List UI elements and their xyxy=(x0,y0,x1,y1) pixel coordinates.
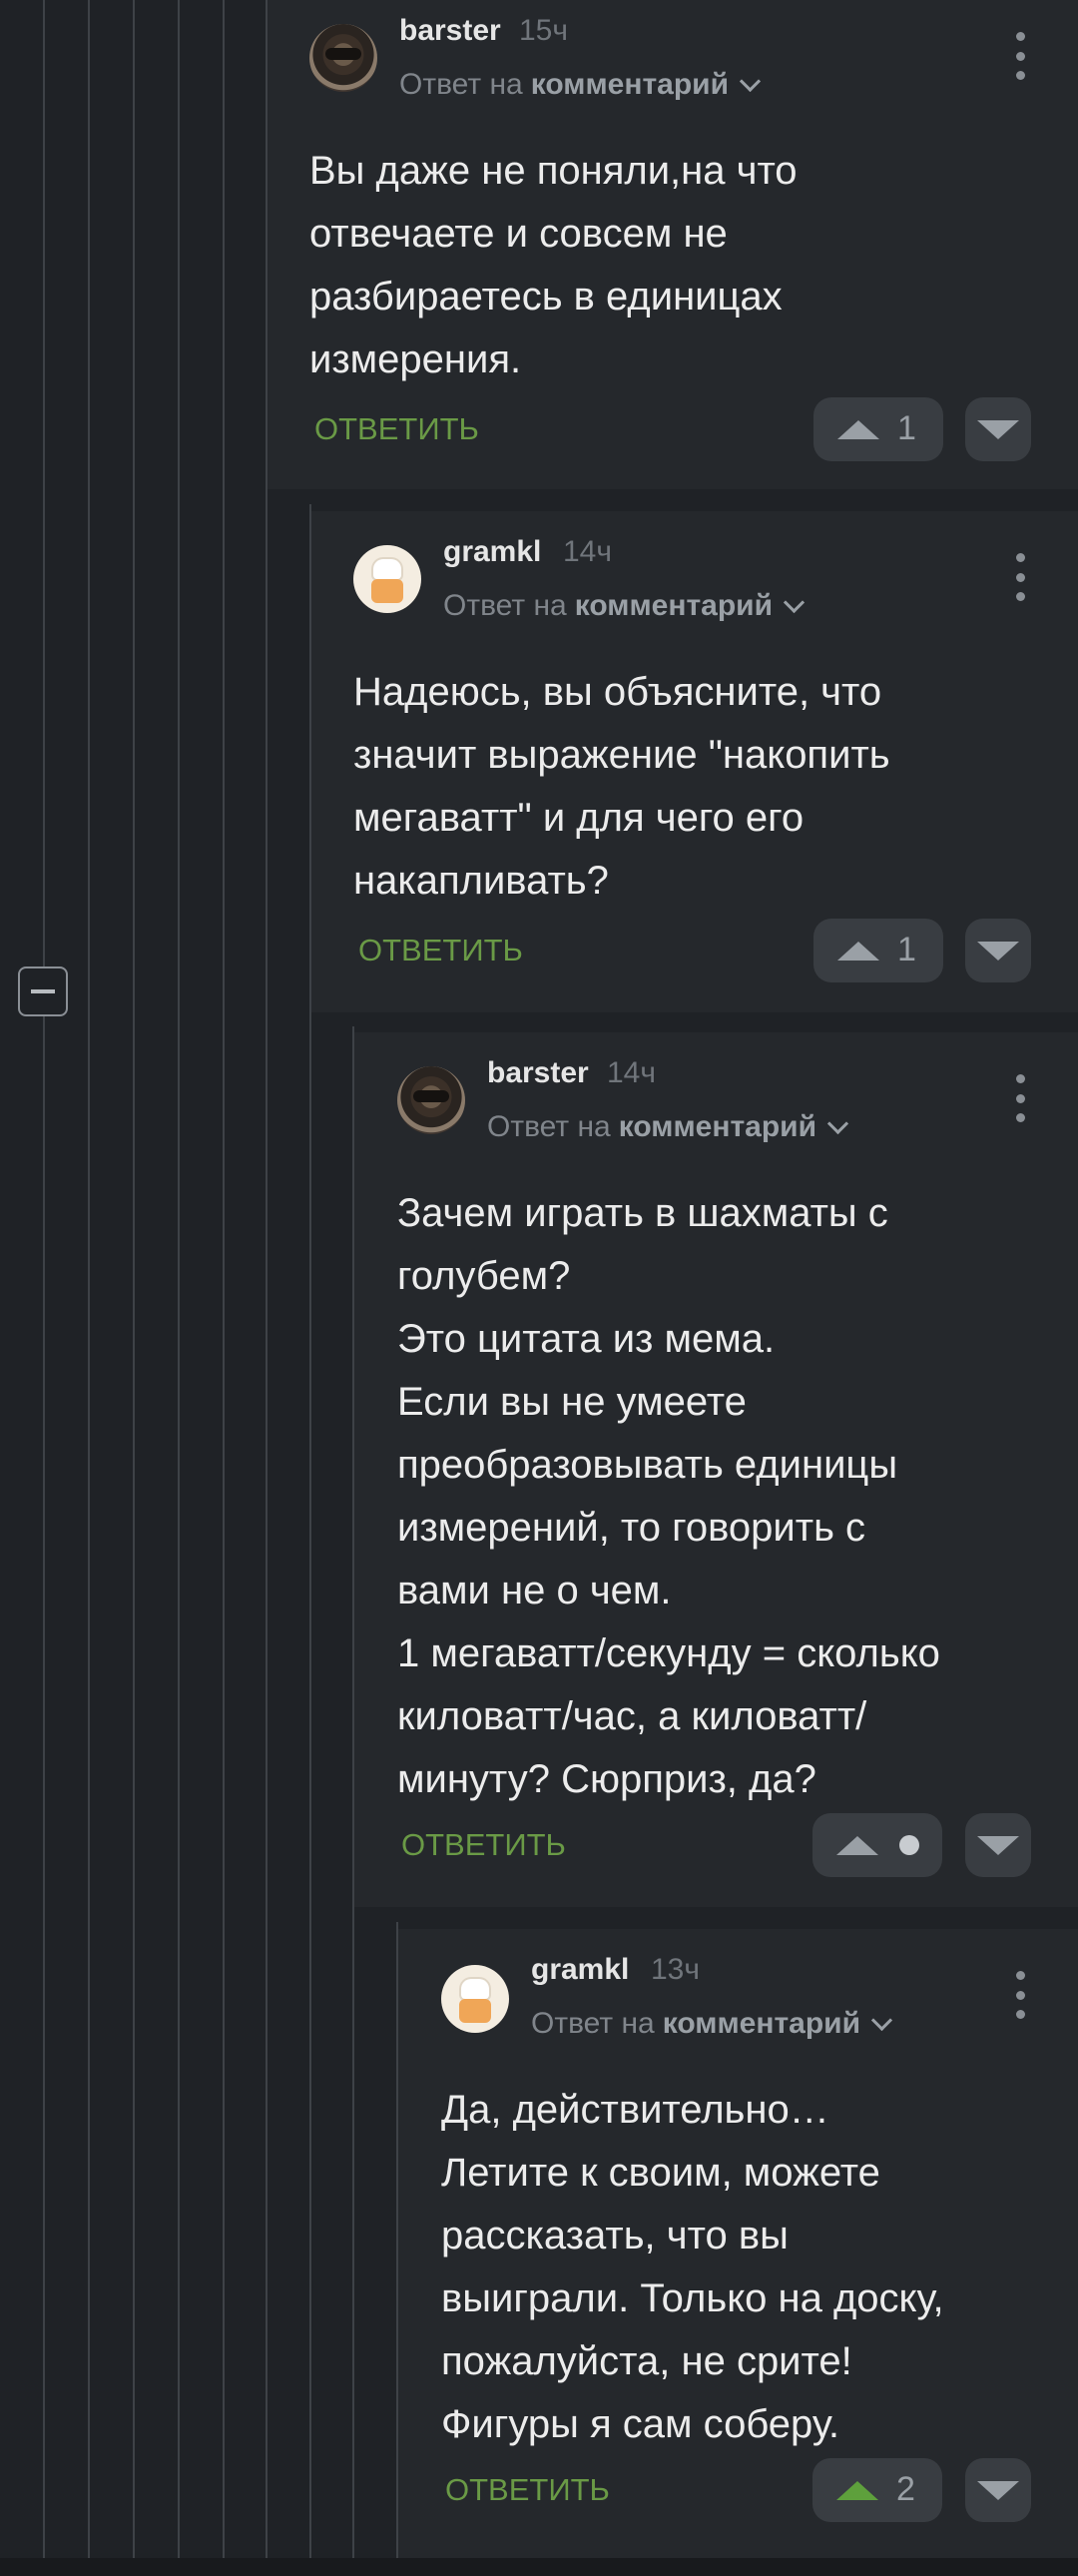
comment-author[interactable]: barster xyxy=(399,14,501,48)
reply-to-target: комментарий xyxy=(574,589,774,622)
reply-to-target: комментарий xyxy=(618,1110,817,1143)
comment: barster 14ч Ответ на комментарий Зачем и… xyxy=(354,1032,1078,1907)
reply-button[interactable]: ОТВЕТИТЬ xyxy=(445,2472,610,2508)
kebab-menu-icon[interactable] xyxy=(1010,553,1030,601)
downvote-button[interactable] xyxy=(965,2458,1031,2522)
reply-to-link[interactable]: Ответ на комментарий xyxy=(399,68,762,102)
triangle-up-icon xyxy=(837,942,879,961)
downvote-button[interactable] xyxy=(965,1813,1031,1877)
comment-time: 13ч xyxy=(651,1953,700,1986)
comment-author[interactable]: gramkl xyxy=(531,1953,629,1987)
upvote-button[interactable]: 1 xyxy=(813,919,943,982)
rating-count: 1 xyxy=(897,409,916,447)
comment-author[interactable]: barster xyxy=(487,1056,589,1090)
thread-line xyxy=(133,0,135,2558)
upvote-button[interactable]: 2 xyxy=(812,2458,942,2522)
chevron-down-icon xyxy=(783,591,806,613)
triangle-down-icon xyxy=(977,419,1019,439)
upvote-button[interactable] xyxy=(812,1813,942,1877)
rating-hidden-dot xyxy=(899,1835,919,1855)
chevron-down-icon xyxy=(826,1112,849,1134)
thread-line xyxy=(178,0,180,2558)
comment: gramkl 14ч Ответ на комментарий Надеюсь,… xyxy=(311,511,1078,1012)
comment-time: 14ч xyxy=(563,535,612,568)
chevron-down-icon xyxy=(739,70,762,92)
triangle-down-icon xyxy=(977,941,1019,961)
triangle-up-icon xyxy=(836,2481,878,2500)
reply-to-target: комментарий xyxy=(662,2007,861,2040)
reply-to-link[interactable]: Ответ на комментарий xyxy=(443,589,806,623)
kebab-menu-icon[interactable] xyxy=(1010,32,1030,80)
thread-line xyxy=(88,0,90,2558)
reply-to-prefix: Ответ на xyxy=(531,2007,655,2040)
reply-to-prefix: Ответ на xyxy=(399,68,523,101)
reply-to-prefix: Ответ на xyxy=(443,589,567,622)
comment-author[interactable]: gramkl xyxy=(443,535,541,569)
reply-to-target: комментарий xyxy=(530,68,730,101)
comment-text: Да, действительно… Летите к своим, может… xyxy=(441,2088,944,2446)
comment: gramkl 13ч Ответ на комментарий Да, дейс… xyxy=(398,1929,1078,2558)
comment-time: 15ч xyxy=(519,14,568,47)
rating-count: 2 xyxy=(896,2470,915,2508)
chef-avatar[interactable] xyxy=(353,545,421,613)
comment-time: 14ч xyxy=(607,1056,656,1089)
reply-to-prefix: Ответ на xyxy=(487,1110,611,1143)
upvote-button[interactable]: 1 xyxy=(813,397,943,461)
reply-to-link[interactable]: Ответ на комментарий xyxy=(487,1110,849,1144)
comment-text: Вы даже не поняли,на что отвечаете и сов… xyxy=(309,149,798,381)
thread-line xyxy=(43,0,45,2558)
rating-count: 1 xyxy=(897,931,916,968)
triangle-down-icon xyxy=(977,2480,1019,2500)
comment: barster 15ч Ответ на комментарий Вы даже… xyxy=(268,0,1078,489)
triangle-down-icon xyxy=(977,1835,1019,1855)
reply-button[interactable]: ОТВЕТИТЬ xyxy=(358,933,523,968)
chef-avatar[interactable] xyxy=(441,1965,509,2033)
reply-button[interactable]: ОТВЕТИТЬ xyxy=(401,1827,566,1863)
thread-line xyxy=(223,0,225,2558)
collapse-minus-icon[interactable] xyxy=(18,966,68,1016)
reply-to-link[interactable]: Ответ на комментарий xyxy=(531,2007,893,2041)
chevron-down-icon xyxy=(870,2009,893,2031)
raccoon-avatar[interactable] xyxy=(397,1066,465,1134)
bottom-bar xyxy=(0,2558,1078,2576)
kebab-menu-icon[interactable] xyxy=(1010,1074,1030,1122)
downvote-button[interactable] xyxy=(965,397,1031,461)
raccoon-avatar[interactable] xyxy=(309,24,377,92)
triangle-up-icon xyxy=(836,1836,878,1855)
kebab-menu-icon[interactable] xyxy=(1010,1971,1030,2019)
triangle-up-icon xyxy=(837,420,879,439)
downvote-button[interactable] xyxy=(965,919,1031,982)
comment-text: Надеюсь, вы объясните, что значит выраже… xyxy=(353,670,890,903)
reply-button[interactable]: ОТВЕТИТЬ xyxy=(314,411,479,447)
comment-text: Зачем играть в шахматы с голубем? Это ци… xyxy=(397,1191,940,1801)
comment-thread-page: barster 15ч Ответ на комментарий Вы даже… xyxy=(0,0,1078,2576)
